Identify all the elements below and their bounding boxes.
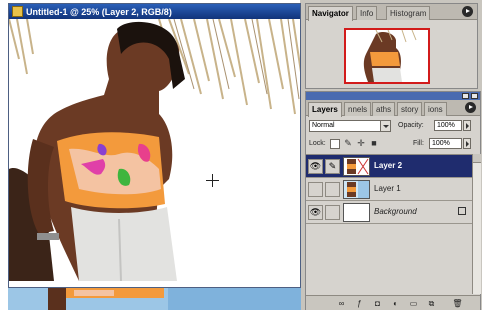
blend-mode-value: Normal [312, 122, 335, 129]
layers-scrollbar[interactable] [472, 154, 481, 294]
lock-position-move-icon[interactable]: ✛ [356, 138, 366, 149]
opacity-slider-arrow-icon[interactable] [463, 120, 471, 131]
fill-label: Fill: [413, 140, 424, 147]
tab-actions[interactable]: ions [424, 102, 447, 116]
lock-pixels-brush-icon[interactable]: ✎ [343, 138, 353, 149]
tab-paths[interactable]: aths [372, 102, 396, 116]
layer-row-background[interactable]: 👁 Background [306, 201, 472, 224]
opacity-label: Opacity: [398, 122, 424, 129]
crosshair-cursor-icon [206, 174, 219, 187]
navigator-thumbnail[interactable] [344, 28, 430, 84]
link-icon[interactable]: ∞ [336, 299, 347, 309]
lock-icon [458, 207, 466, 215]
layers-tabbar: Layers nnels aths story ions [306, 100, 480, 117]
layer-row-layer-1[interactable]: Layer 1 [306, 178, 472, 201]
layer-list: 👁 ✎ Layer 2 Layer 1 👁 Background [306, 154, 472, 294]
document-title: Untitled-1 @ 25% (Layer 2, RGB/8) [26, 6, 172, 17]
tab-layers[interactable]: Layers [308, 102, 342, 117]
document-window[interactable]: Untitled-1 @ 25% (Layer 2, RGB/8) [8, 3, 301, 288]
new-layer-icon[interactable]: ⧉ [426, 299, 437, 309]
photoshop-workspace: Untitled-1 @ 25% (Layer 2, RGB/8) Naviga… [0, 0, 482, 310]
minimize-icon[interactable] [462, 93, 469, 99]
lock-fill-row: Lock: ✎ ✛ ■ Fill: 100% [306, 135, 480, 153]
lock-transparency-icon[interactable] [330, 139, 340, 149]
layer-name: Layer 2 [374, 161, 403, 170]
fill-input[interactable]: 100% [429, 138, 462, 149]
mask-icon[interactable]: ◘ [372, 299, 383, 309]
document-titlebar[interactable]: Untitled-1 @ 25% (Layer 2, RGB/8) [9, 4, 300, 19]
blend-mode-select[interactable]: Normal [309, 120, 391, 132]
canvas-artwork [9, 19, 300, 287]
brush-icon[interactable]: ✎ [325, 159, 340, 174]
tab-channels[interactable]: nnels [344, 102, 372, 116]
close-icon[interactable] [471, 93, 478, 99]
layer-name: Layer 1 [374, 184, 401, 193]
navigator-menu-icon[interactable] [462, 6, 473, 17]
layer-thumbnail [343, 180, 370, 199]
adjustment-layer-icon[interactable]: ◐ [390, 299, 401, 309]
layer-name: Background [374, 207, 417, 216]
trash-icon[interactable]: 🗑 [452, 299, 463, 309]
visibility-eye-off-icon[interactable] [308, 182, 323, 197]
navigator-tabbar: Navigator Info Histogram [306, 4, 477, 21]
layer-row-layer-2[interactable]: 👁 ✎ Layer 2 [306, 155, 472, 178]
tab-history[interactable]: story [397, 102, 423, 116]
lock-label: Lock: [309, 140, 326, 147]
background-image-strip [8, 288, 301, 310]
layers-menu-icon[interactable] [465, 102, 476, 113]
layers-titlebar[interactable] [306, 92, 480, 100]
tab-histogram[interactable]: Histogram [386, 6, 431, 20]
layer-thumbnail [343, 203, 370, 222]
link-slot-icon[interactable] [325, 182, 340, 197]
blend-opacity-row: Normal Opacity: 100% [306, 117, 480, 135]
navigator-panel: Navigator Info Histogram [305, 3, 478, 89]
tab-navigator[interactable]: Navigator [308, 6, 353, 21]
layers-footer: ∞ ƒ ◘ ◐ ▭ ⧉ 🗑 [306, 295, 480, 310]
lock-all-icon[interactable]: ■ [369, 138, 379, 149]
photoshop-document-icon [12, 6, 23, 17]
visibility-eye-icon[interactable]: 👁 [308, 205, 323, 220]
link-slot-icon[interactable] [325, 205, 340, 220]
visibility-eye-icon[interactable]: 👁 [308, 159, 323, 174]
layer-thumbnail [343, 157, 370, 176]
fill-slider-arrow-icon[interactable] [463, 138, 471, 149]
group-icon[interactable]: ▭ [408, 299, 419, 309]
layer-style-icon[interactable]: ƒ [354, 299, 365, 309]
scroll-up-arrow-icon[interactable] [473, 154, 481, 163]
chevron-down-icon [380, 121, 390, 131]
layers-panel: Layers nnels aths story ions Normal Opac… [305, 91, 481, 310]
tab-info[interactable]: Info [356, 6, 378, 20]
opacity-input[interactable]: 100% [434, 120, 462, 131]
image-canvas[interactable] [9, 19, 300, 287]
